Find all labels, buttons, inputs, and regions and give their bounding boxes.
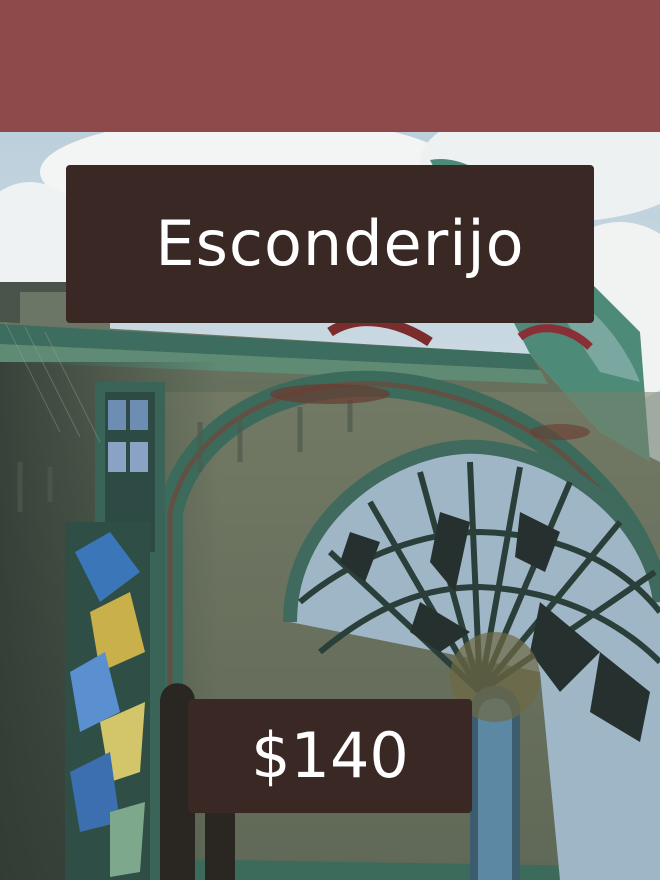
title-label: Esconderijo [66,165,594,323]
price-label: $140 [188,699,472,813]
card-price: $140 [251,719,409,792]
header-bar [0,0,660,132]
card-title: Esconderijo [155,207,525,280]
